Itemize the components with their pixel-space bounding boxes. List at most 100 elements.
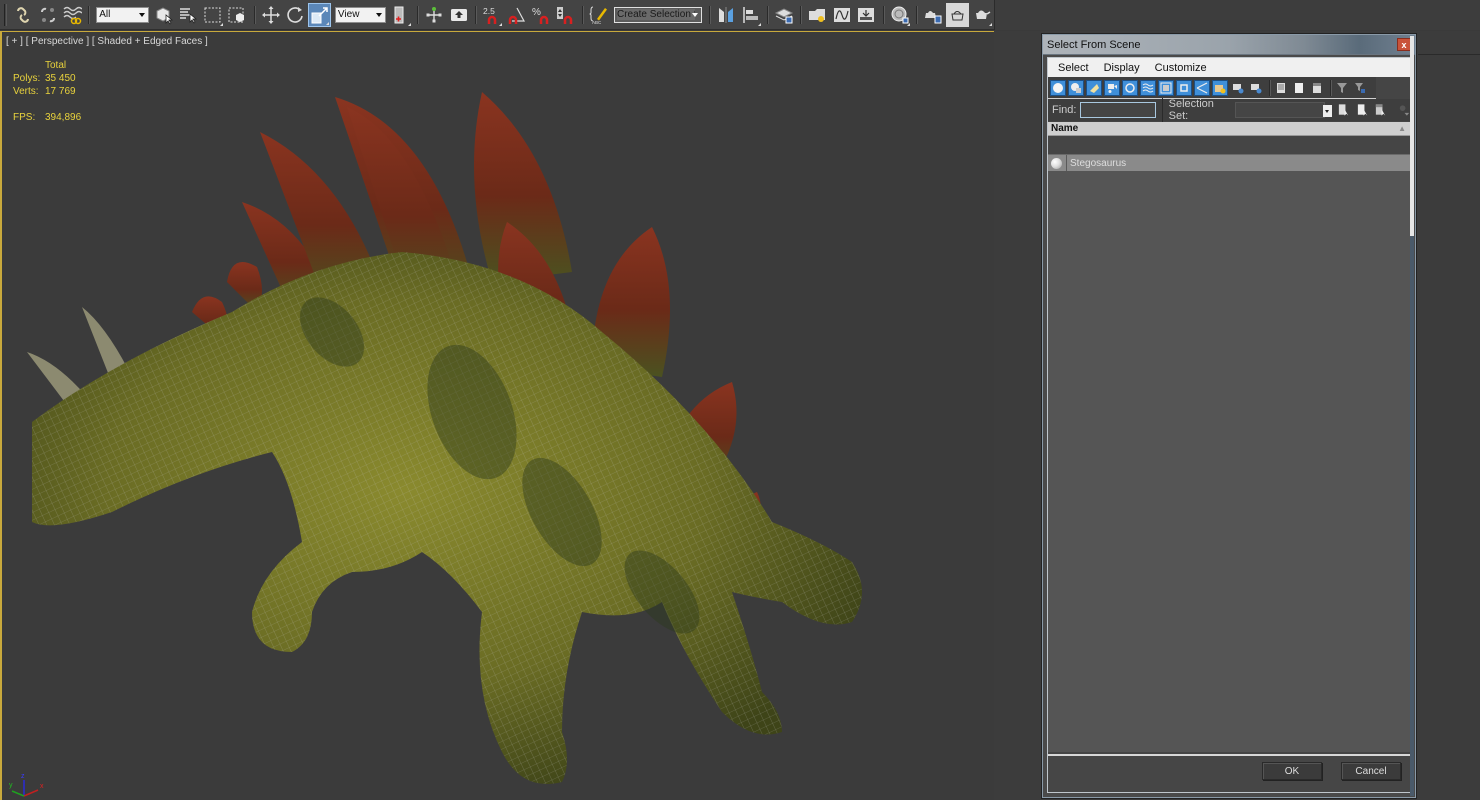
display-space-warps-toggle[interactable]	[1140, 79, 1156, 96]
close-icon: x	[1401, 39, 1407, 50]
dialog-content: Select Display Customize Find: Selection…	[1047, 57, 1411, 793]
toolbar-grip[interactable]	[4, 3, 7, 26]
display-none-icon	[1295, 82, 1303, 93]
groups-filter-icon	[1160, 82, 1172, 93]
unlink-selection-button[interactable]	[36, 3, 58, 27]
select-and-move-button[interactable]	[259, 3, 281, 27]
display-geometry-toggle[interactable]	[1050, 79, 1066, 96]
align-button[interactable]	[739, 3, 761, 27]
rendered-frame-window-button[interactable]	[946, 2, 969, 27]
toolbar-empty-area	[994, 0, 1480, 30]
containers-filter-icon	[1215, 84, 1226, 93]
display-groups-toggle[interactable]	[1158, 79, 1174, 96]
display-hidden-toggle[interactable]	[1248, 80, 1264, 96]
align-icon	[742, 6, 758, 23]
viewport-point-of-view-menu[interactable]: [ Perspective ]	[26, 36, 89, 47]
menu-display[interactable]: Display	[1104, 62, 1140, 74]
display-invert-button[interactable]	[1309, 80, 1325, 96]
viewport-menu-plus[interactable]: [ + ]	[6, 36, 23, 47]
close-button[interactable]: x	[1397, 38, 1411, 51]
window-crossing-button[interactable]	[226, 3, 248, 27]
toolbar-separator	[1269, 79, 1270, 96]
display-all-button[interactable]	[1273, 80, 1289, 96]
scene-explorer-button[interactable]	[806, 3, 828, 27]
flyout-indicator-icon	[906, 22, 910, 26]
cancel-button[interactable]: Cancel	[1341, 762, 1401, 780]
select-and-manipulate-button[interactable]	[423, 3, 445, 27]
render-setup-button[interactable]	[922, 3, 944, 27]
curve-editor-button[interactable]	[831, 3, 853, 27]
material-editor-button[interactable]	[888, 3, 910, 27]
dialog-scrollbar[interactable]	[1410, 36, 1416, 798]
select-and-link-button[interactable]	[12, 3, 34, 27]
dialog-title-bar[interactable]: Select From Scene	[1043, 35, 1415, 55]
display-helpers-toggle[interactable]	[1122, 79, 1138, 96]
display-all-icon	[1277, 82, 1285, 93]
toolbar-separator	[417, 5, 419, 24]
mirror-button[interactable]	[715, 3, 737, 27]
svg-text:2.5: 2.5	[483, 6, 495, 16]
menu-customize[interactable]: Customize	[1155, 62, 1207, 74]
select-all-button[interactable]	[1337, 103, 1350, 117]
find-label: Find:	[1052, 104, 1077, 116]
selection-set-dropdown[interactable]	[1235, 102, 1333, 118]
frozen-filter-icon	[1233, 83, 1244, 93]
teapot-render-icon	[975, 10, 991, 19]
schematic-view-icon	[858, 7, 875, 22]
select-none-button[interactable]	[1356, 103, 1369, 117]
column-header-name[interactable]: Name ▲	[1048, 122, 1410, 136]
rotate-icon	[287, 6, 303, 23]
layer-manager-button[interactable]	[773, 3, 795, 27]
filter-options-button[interactable]	[1352, 80, 1368, 96]
reference-coordinate-system-dropdown[interactable]: View	[334, 6, 386, 23]
bind-to-space-warp-button[interactable]	[61, 3, 83, 27]
svg-text:%: %	[532, 7, 541, 18]
fps-label: FPS:	[13, 112, 36, 123]
select-and-scale-button[interactable]	[308, 2, 331, 27]
perspective-viewport[interactable]: [ + ] [ Perspective ] [ Shaded + Edged F…	[0, 31, 994, 800]
viewport-shading-menu[interactable]: [ Shaded + Edged Faces ]	[92, 36, 208, 47]
flyout-indicator-icon	[757, 22, 761, 26]
select-and-rotate-button[interactable]	[284, 3, 306, 27]
display-frozen-toggle[interactable]	[1230, 80, 1246, 96]
select-by-name-icon	[180, 7, 198, 24]
select-invert-button[interactable]	[1374, 103, 1387, 117]
render-production-button[interactable]	[971, 3, 993, 27]
rectangular-selection-region-button[interactable]	[202, 3, 224, 27]
display-shapes-toggle[interactable]	[1068, 79, 1084, 96]
scene-object-list[interactable]: Stegosaurus	[1048, 154, 1410, 752]
spinner-snap-icon	[557, 6, 573, 24]
stegosaurus-model[interactable]	[2, 32, 994, 800]
use-pivot-point-center-button[interactable]	[390, 3, 412, 27]
angle-snap-toggle-button[interactable]	[505, 3, 527, 27]
keyboard-shortcut-override-button[interactable]	[447, 3, 469, 27]
display-lights-toggle[interactable]	[1086, 79, 1102, 96]
selection-filter-dropdown[interactable]: All	[96, 6, 149, 23]
link-icon	[17, 6, 30, 23]
display-containers-toggle[interactable]	[1212, 79, 1228, 96]
named-selection-set-dropdown[interactable]: Create Selection Se	[613, 6, 703, 23]
render-setup-icon	[925, 10, 942, 23]
select-object-button[interactable]	[153, 3, 175, 27]
display-bones-toggle[interactable]	[1194, 79, 1210, 96]
toolbar-separator	[581, 5, 583, 24]
select-by-name-button[interactable]	[177, 3, 199, 27]
find-input[interactable]	[1080, 102, 1156, 118]
ok-button[interactable]: OK	[1262, 762, 1322, 780]
filter-button[interactable]	[1334, 80, 1350, 96]
percent-snap-toggle-button[interactable]: %	[530, 3, 552, 27]
sync-selection-button[interactable]	[1397, 103, 1410, 117]
spinner-snap-toggle-button[interactable]	[554, 3, 576, 27]
toolbar-separator	[709, 5, 711, 24]
filter-icon	[1337, 82, 1347, 93]
edit-named-selection-sets-button[interactable]: ABC	[588, 3, 610, 27]
schematic-view-button[interactable]	[855, 3, 877, 27]
display-cameras-toggle[interactable]	[1104, 79, 1120, 96]
snaps-toggle-button[interactable]: 2.5	[481, 3, 503, 27]
pivot-center-icon	[394, 6, 404, 23]
toolbar-separator	[766, 5, 768, 24]
menu-select[interactable]: Select	[1058, 62, 1089, 74]
display-xrefs-toggle[interactable]	[1176, 79, 1192, 96]
display-none-button[interactable]	[1291, 80, 1307, 96]
list-item[interactable]: Stegosaurus	[1048, 155, 1410, 171]
